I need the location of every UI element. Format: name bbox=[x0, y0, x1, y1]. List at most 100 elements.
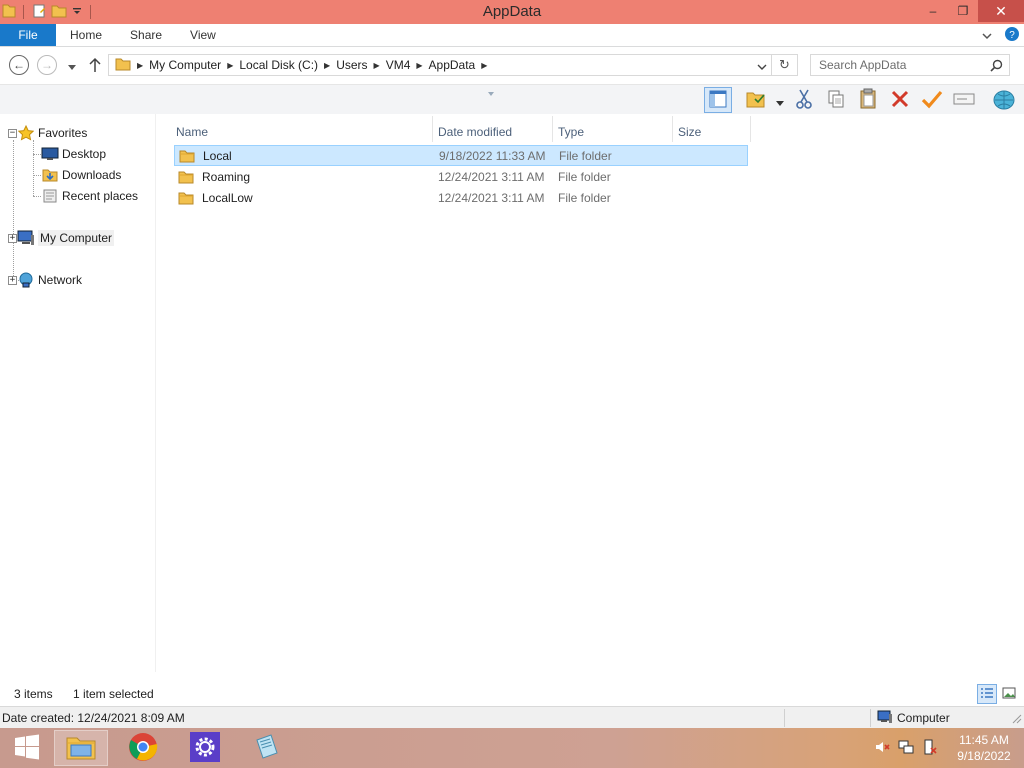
clock-time: 11:45 AM bbox=[959, 733, 1009, 747]
breadcrumb-arrow-icon[interactable]: ▶ bbox=[414, 61, 424, 70]
taskbar-settings[interactable] bbox=[178, 730, 232, 766]
maximize-button[interactable]: ❐ bbox=[948, 0, 978, 22]
file-date: 9/18/2022 11:33 AM bbox=[439, 148, 546, 163]
expand-icon[interactable]: + bbox=[8, 233, 17, 243]
file-row-local[interactable]: Local 9/18/2022 11:33 AM File folder bbox=[174, 145, 748, 166]
tree-item-desktop[interactable]: Desktop bbox=[41, 144, 106, 164]
help-icon[interactable]: ? bbox=[1004, 26, 1020, 45]
details-view-button[interactable] bbox=[977, 684, 997, 704]
check-button[interactable] bbox=[918, 87, 946, 113]
select-dropdown-icon[interactable] bbox=[776, 96, 784, 110]
breadcrumb-arrow-icon[interactable]: ▶ bbox=[225, 61, 235, 70]
taskbar-file-explorer[interactable] bbox=[54, 730, 108, 766]
paste-button[interactable] bbox=[854, 87, 882, 113]
collapse-icon[interactable]: − bbox=[8, 128, 17, 138]
tree-item-network[interactable]: + Network bbox=[8, 270, 82, 290]
rename-button[interactable] bbox=[950, 87, 978, 113]
tree-label-my-computer: My Computer bbox=[38, 230, 115, 246]
breadcrumb-arrow-icon[interactable]: ▶ bbox=[135, 61, 145, 70]
tab-view[interactable]: View bbox=[176, 24, 230, 46]
qat-separator bbox=[90, 5, 91, 19]
tree-item-recent-places[interactable]: Recent places bbox=[41, 186, 138, 206]
tree-item-my-computer[interactable]: + My Computer bbox=[8, 228, 115, 248]
select-button[interactable] bbox=[742, 87, 770, 113]
back-button[interactable]: ← bbox=[9, 55, 29, 75]
file-row-roaming[interactable]: Roaming 12/24/2021 3:11 AM File folder bbox=[174, 166, 748, 187]
start-button[interactable] bbox=[0, 730, 54, 766]
copy-button[interactable] bbox=[822, 87, 850, 113]
action-center-icon[interactable] bbox=[922, 739, 938, 758]
breadcrumb-vm4[interactable]: VM4 bbox=[382, 58, 415, 72]
taskbar-notepad[interactable] bbox=[240, 730, 294, 766]
tab-home[interactable]: Home bbox=[56, 24, 116, 46]
breadcrumb-users[interactable]: Users bbox=[332, 58, 371, 72]
restore-icon: ❐ bbox=[957, 4, 969, 18]
breadcrumb-my-computer[interactable]: My Computer bbox=[145, 58, 225, 72]
breadcrumb-arrow-icon[interactable]: ▶ bbox=[372, 61, 382, 70]
back-arrow-icon: ← bbox=[13, 58, 25, 72]
network-icon bbox=[17, 272, 35, 288]
tab-share[interactable]: Share bbox=[116, 24, 176, 46]
search-icon[interactable] bbox=[990, 59, 1003, 75]
up-arrow-icon[interactable] bbox=[88, 57, 102, 76]
delete-button[interactable] bbox=[886, 87, 914, 113]
file-row-locallow[interactable]: LocalLow 12/24/2021 3:11 AM File folder bbox=[174, 187, 748, 208]
tree-connector bbox=[33, 140, 34, 196]
column-header-date[interactable]: Date modified bbox=[432, 120, 552, 144]
file-explorer-icon bbox=[65, 733, 97, 764]
forward-button[interactable]: → bbox=[37, 55, 57, 75]
file-name-cell: LocalLow bbox=[178, 191, 253, 205]
refresh-icon: ↻ bbox=[779, 57, 790, 72]
resize-grip-icon[interactable] bbox=[1012, 713, 1022, 727]
address-bar[interactable]: ▶ My Computer ▶ Local Disk (C:) ▶ Users … bbox=[108, 54, 772, 76]
folder-icon bbox=[178, 170, 194, 184]
svg-text:?: ? bbox=[1009, 30, 1015, 41]
search-input[interactable] bbox=[819, 58, 989, 72]
close-button[interactable]: ✕ bbox=[978, 0, 1024, 22]
expand-ribbon-icon[interactable] bbox=[982, 29, 992, 43]
qat-separator bbox=[23, 5, 24, 19]
cut-button[interactable] bbox=[790, 87, 818, 113]
breadcrumb: ▶ My Computer ▶ Local Disk (C:) ▶ Users … bbox=[109, 55, 489, 75]
minimize-button[interactable]: – bbox=[918, 0, 948, 22]
breadcrumb-appdata[interactable]: AppData bbox=[425, 58, 480, 72]
rename-icon bbox=[953, 91, 975, 110]
volume-muted-icon[interactable] bbox=[874, 739, 890, 758]
refresh-button[interactable]: ↻ bbox=[772, 54, 798, 76]
network-tray-icon[interactable] bbox=[898, 739, 914, 758]
folder-icon bbox=[178, 191, 194, 205]
globe-button[interactable] bbox=[990, 87, 1018, 113]
column-separator bbox=[750, 116, 751, 142]
preview-pane-icon bbox=[708, 89, 728, 112]
address-dropdown-icon[interactable] bbox=[757, 61, 767, 75]
breadcrumb-arrow-icon[interactable]: ▶ bbox=[479, 61, 489, 70]
status-bar: 3 items 1 item selected bbox=[0, 682, 1024, 706]
clock[interactable]: 11:45 AM 9/18/2022 bbox=[944, 732, 1024, 764]
cut-icon bbox=[794, 88, 814, 113]
file-name-cell: Roaming bbox=[178, 170, 250, 184]
details-bar: Date created: 12/24/2021 8:09 AM Compute… bbox=[0, 706, 1024, 728]
breadcrumb-local-disk[interactable]: Local Disk (C:) bbox=[235, 58, 322, 72]
column-header-name[interactable]: Name bbox=[170, 120, 432, 144]
tree-label-recent-places: Recent places bbox=[62, 189, 139, 203]
expand-icon[interactable]: + bbox=[8, 275, 17, 285]
preview-pane-button[interactable] bbox=[704, 87, 732, 113]
column-header-size[interactable]: Size bbox=[672, 120, 750, 144]
ribbon-tabs: File Home Share View ? bbox=[0, 24, 1024, 47]
recent-locations-icon[interactable] bbox=[67, 61, 77, 75]
tree-item-downloads[interactable]: Downloads bbox=[41, 165, 121, 185]
file-name: Roaming bbox=[202, 169, 251, 184]
new-folder-icon[interactable] bbox=[51, 3, 67, 22]
tab-file[interactable]: File bbox=[0, 24, 56, 46]
large-icons-view-button[interactable] bbox=[999, 684, 1019, 704]
properties-icon[interactable] bbox=[31, 3, 47, 22]
search-box[interactable] bbox=[810, 54, 1010, 76]
folder-location-icon bbox=[115, 56, 131, 75]
breadcrumb-arrow-icon[interactable]: ▶ bbox=[322, 61, 332, 70]
taskbar-chrome[interactable] bbox=[116, 730, 170, 766]
qat-dropdown-icon[interactable] bbox=[71, 5, 83, 20]
tree-item-favorites[interactable]: − Favorites bbox=[8, 123, 87, 143]
toolbar-marker-icon bbox=[488, 85, 494, 99]
column-header-type[interactable]: Type bbox=[552, 120, 672, 144]
taskbar: 11:45 AM 9/18/2022 bbox=[0, 728, 1024, 768]
